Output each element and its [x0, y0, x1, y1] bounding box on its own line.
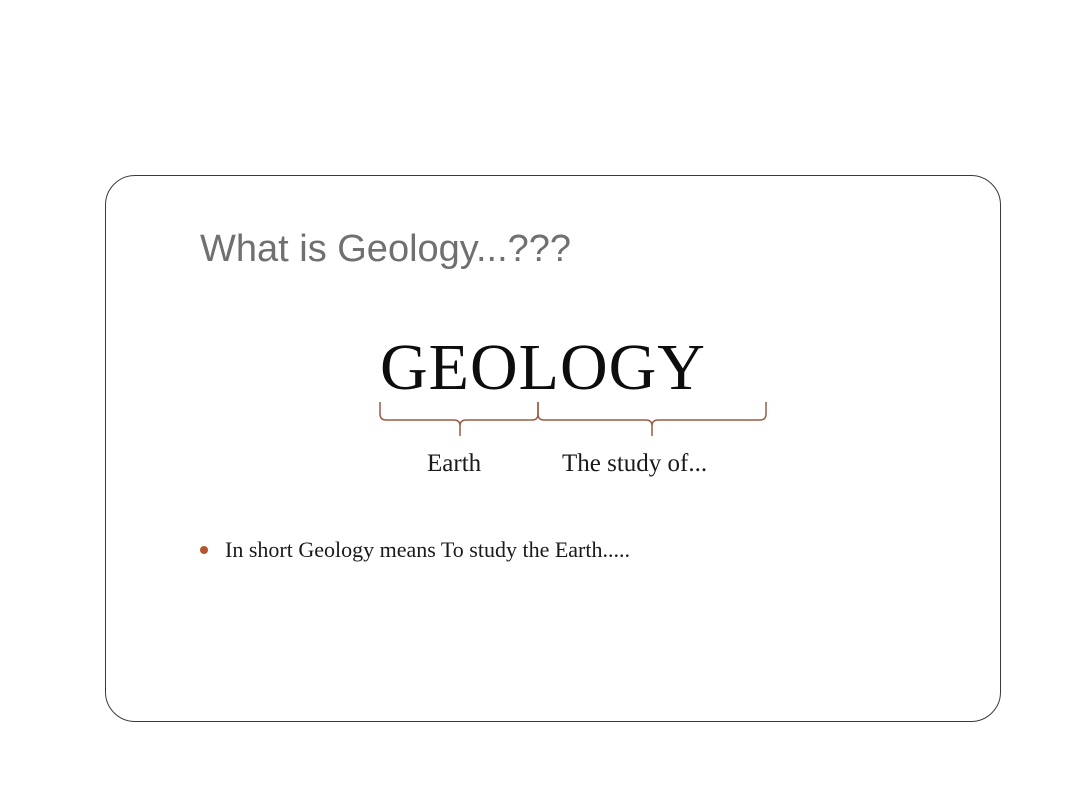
bullet-item: In short Geology means To study the Eart… [200, 537, 630, 563]
study-brace [537, 402, 767, 436]
earth-brace [379, 402, 539, 436]
bullet-text: In short Geology means To study the Eart… [225, 537, 630, 562]
earth-label: Earth [427, 450, 482, 477]
word-breakdown-braces [379, 402, 767, 436]
study-of-label: The study of... [562, 450, 708, 477]
bullet-dot-icon [200, 546, 208, 554]
slide-title: What is Geology...??? [200, 228, 572, 270]
geology-word: GEOLOGY [380, 331, 706, 404]
